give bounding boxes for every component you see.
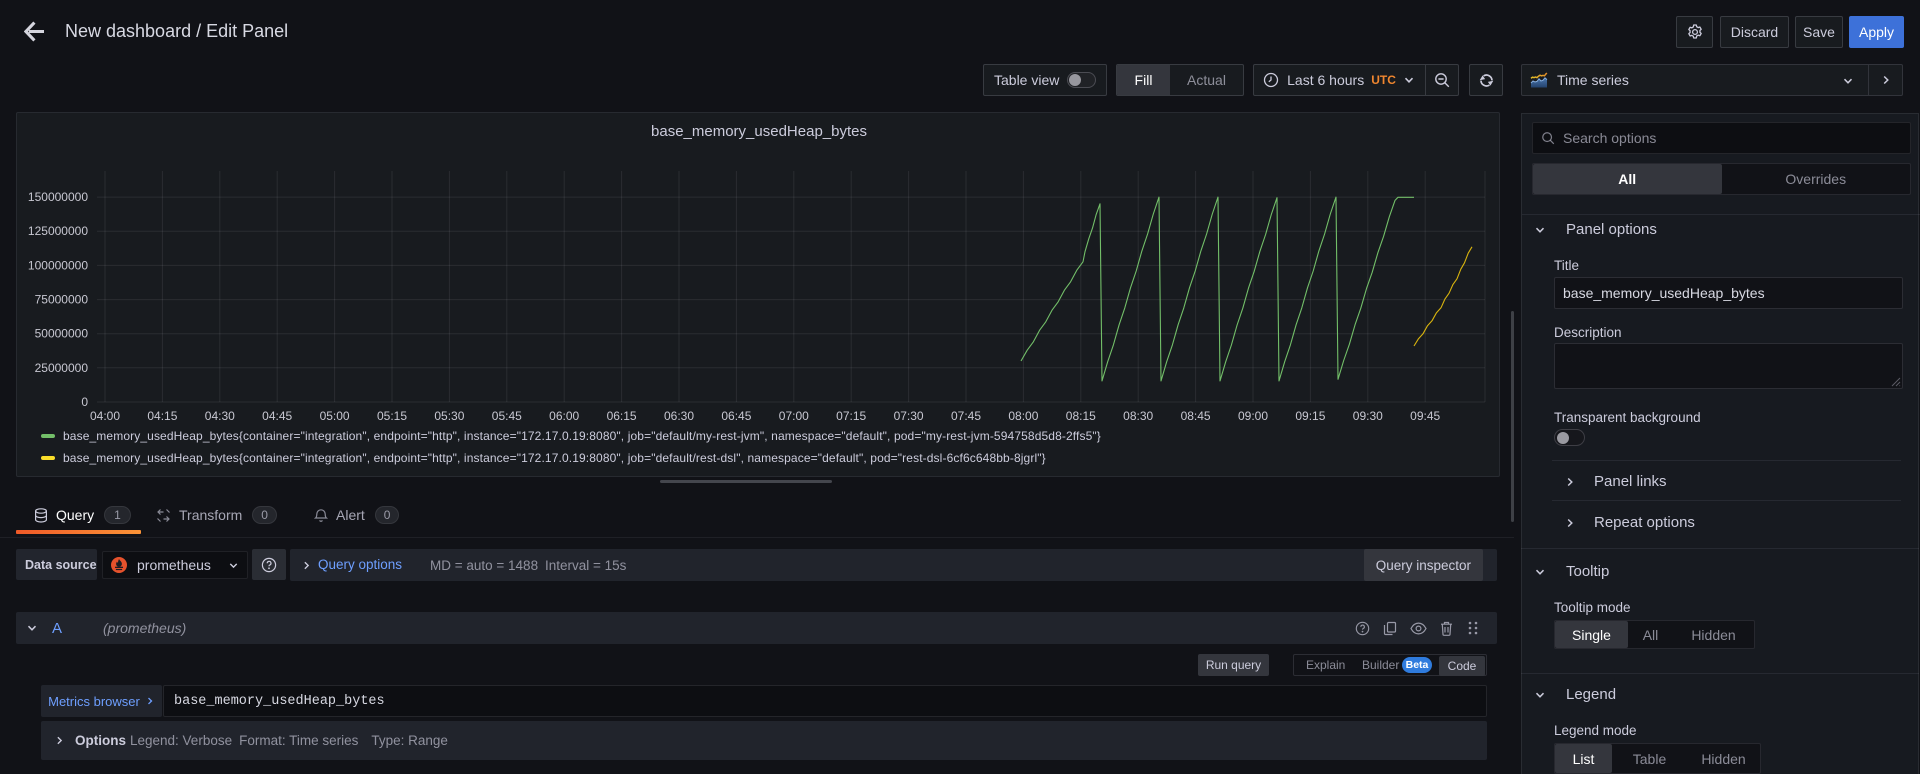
svg-text:09:15: 09:15 [1295,409,1325,423]
svg-text:09:30: 09:30 [1353,409,1383,423]
svg-text:08:15: 08:15 [1066,409,1096,423]
svg-text:75000000: 75000000 [35,293,89,307]
svg-text:06:00: 06:00 [549,409,579,423]
svg-text:09:00: 09:00 [1238,409,1268,423]
svg-text:50000000: 50000000 [35,327,89,341]
svg-text:07:45: 07:45 [951,409,981,423]
svg-text:04:30: 04:30 [205,409,235,423]
svg-text:07:30: 07:30 [894,409,924,423]
svg-text:06:30: 06:30 [664,409,694,423]
svg-text:05:00: 05:00 [320,409,350,423]
svg-text:04:45: 04:45 [262,409,292,423]
svg-text:08:30: 08:30 [1123,409,1153,423]
svg-text:04:15: 04:15 [147,409,177,423]
svg-text:08:00: 08:00 [1008,409,1038,423]
svg-text:0: 0 [81,395,88,409]
svg-text:125000000: 125000000 [28,224,88,238]
svg-text:07:00: 07:00 [779,409,809,423]
svg-text:05:30: 05:30 [434,409,464,423]
svg-text:25000000: 25000000 [35,361,89,375]
svg-text:05:45: 05:45 [492,409,522,423]
svg-text:05:15: 05:15 [377,409,407,423]
svg-text:07:15: 07:15 [836,409,866,423]
svg-text:150000000: 150000000 [28,190,88,204]
svg-text:06:15: 06:15 [607,409,637,423]
svg-text:09:45: 09:45 [1410,409,1440,423]
svg-text:100000000: 100000000 [28,258,88,272]
svg-text:08:45: 08:45 [1181,409,1211,423]
svg-text:04:00: 04:00 [90,409,120,423]
svg-text:06:45: 06:45 [721,409,751,423]
